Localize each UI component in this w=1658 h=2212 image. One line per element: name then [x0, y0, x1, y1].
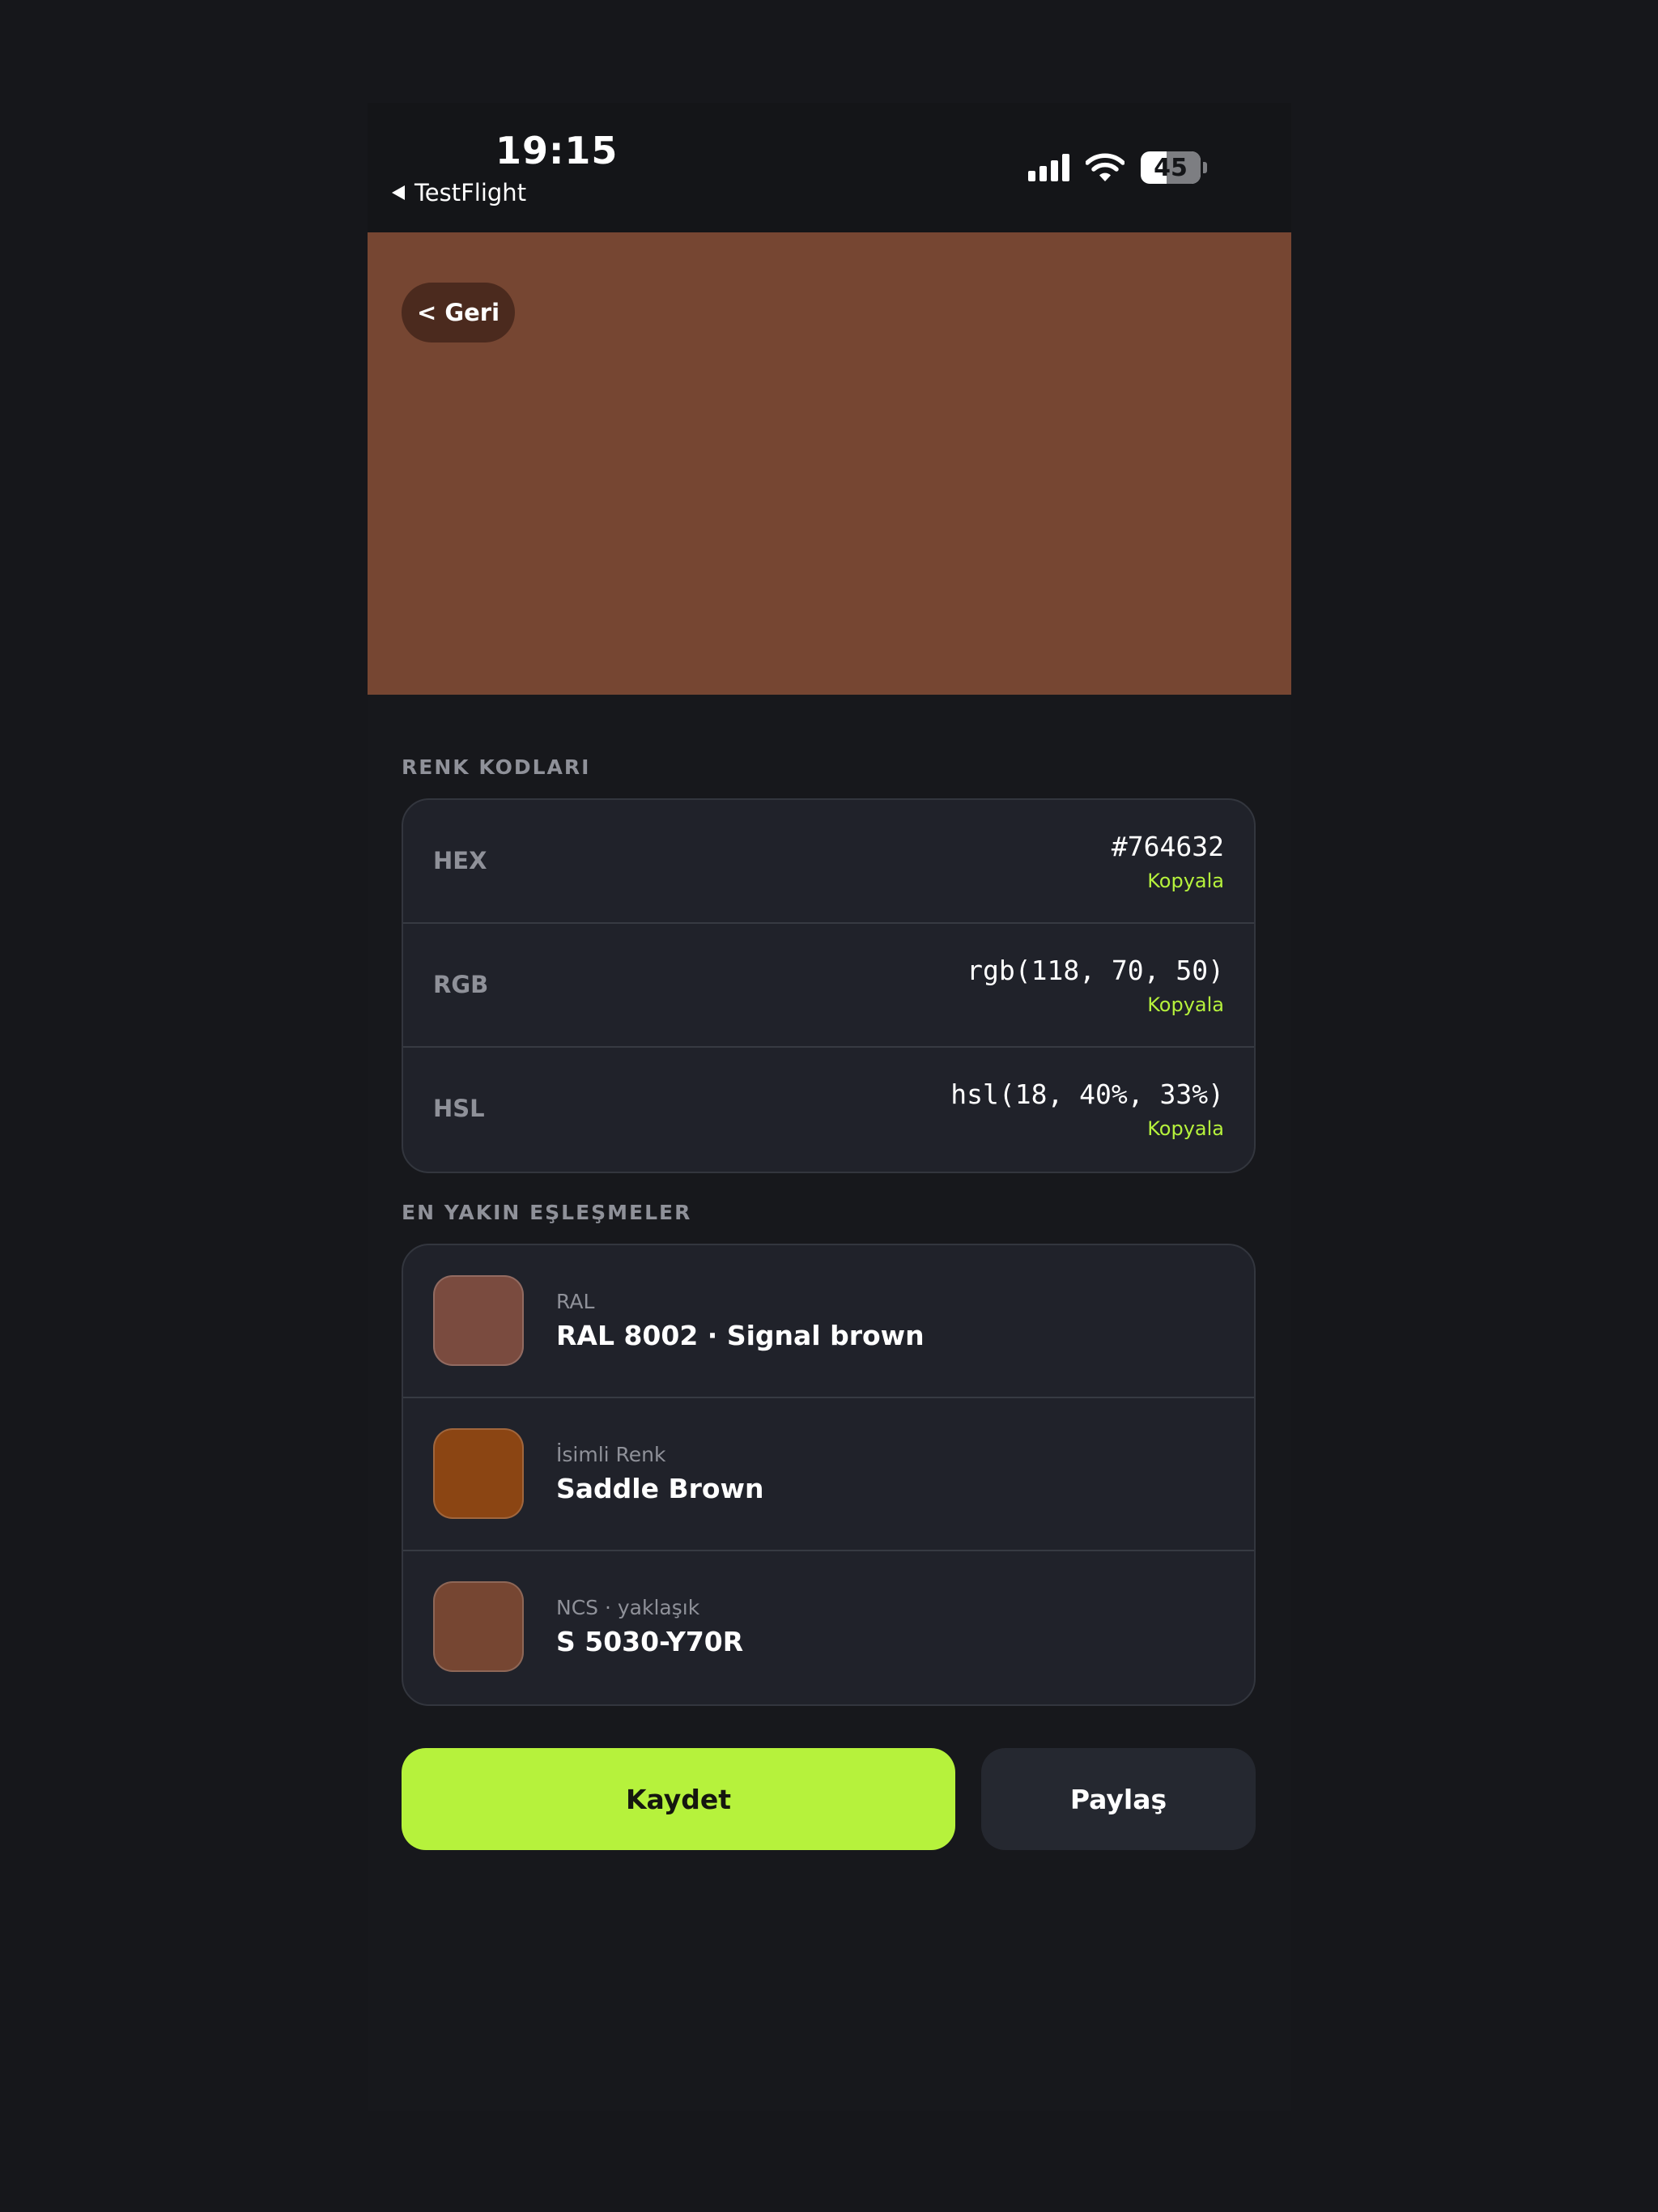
color-preview: < Geri — [368, 232, 1291, 695]
cellular-signal-icon — [1028, 154, 1069, 181]
match-name: Saddle Brown — [556, 1473, 764, 1504]
back-triangle-icon — [392, 185, 405, 200]
match-name: S 5030-Y70R — [556, 1626, 744, 1657]
share-button[interactable]: Paylaş — [981, 1748, 1256, 1850]
copy-hex-link[interactable]: Kopyala — [1147, 870, 1224, 892]
match-row-ncs[interactable]: NCS · yaklaşık S 5030-Y70R — [403, 1551, 1254, 1704]
code-value: #764632 — [1111, 831, 1224, 862]
matches-card: RAL RAL 8002 · Signal brown İsimli Renk … — [402, 1244, 1256, 1706]
status-time: 19:15 — [495, 129, 619, 172]
code-row-hsl: HSL hsl(18, 40%, 33%) Kopyala — [403, 1048, 1254, 1172]
code-label: HSL — [433, 1095, 485, 1122]
copy-rgb-link[interactable]: Kopyala — [1147, 993, 1224, 1016]
match-system: İsimli Renk — [556, 1443, 666, 1466]
back-to-app-link[interactable]: TestFlight — [392, 179, 526, 206]
code-value: rgb(118, 70, 50) — [967, 955, 1224, 986]
match-swatch — [433, 1581, 524, 1672]
match-name: RAL 8002 · Signal brown — [556, 1320, 925, 1351]
color-codes-card: HEX #764632 Kopyala RGB rgb(118, 70, 50)… — [402, 798, 1256, 1173]
wifi-icon — [1086, 153, 1124, 181]
code-row-rgb: RGB rgb(118, 70, 50) Kopyala — [403, 924, 1254, 1048]
match-row-ral[interactable]: RAL RAL 8002 · Signal brown — [403, 1245, 1254, 1398]
code-row-hex: HEX #764632 Kopyala — [403, 800, 1254, 924]
copy-hsl-link[interactable]: Kopyala — [1147, 1117, 1224, 1140]
match-swatch — [433, 1428, 524, 1519]
match-row-named[interactable]: İsimli Renk Saddle Brown — [403, 1398, 1254, 1551]
status-icons: 45 — [1028, 151, 1207, 184]
matches-title: EN YAKIN EŞLEŞMELER — [402, 1201, 692, 1224]
app-screen: 19:15 TestFlight 45 < Geri RENK KODLARI … — [368, 103, 1291, 2111]
save-button[interactable]: Kaydet — [402, 1748, 955, 1850]
match-system: RAL — [556, 1290, 595, 1313]
code-value: hsl(18, 40%, 33%) — [950, 1078, 1224, 1110]
color-codes-title: RENK KODLARI — [402, 755, 591, 779]
back-app-label: TestFlight — [414, 179, 527, 206]
battery-icon: 45 — [1141, 151, 1207, 184]
code-label: HEX — [433, 847, 487, 874]
battery-level: 45 — [1154, 153, 1188, 182]
status-bar: 19:15 TestFlight 45 — [368, 103, 1291, 232]
code-label: RGB — [433, 971, 489, 998]
match-swatch — [433, 1275, 524, 1366]
match-system: NCS · yaklaşık — [556, 1596, 700, 1619]
back-button[interactable]: < Geri — [402, 283, 515, 342]
